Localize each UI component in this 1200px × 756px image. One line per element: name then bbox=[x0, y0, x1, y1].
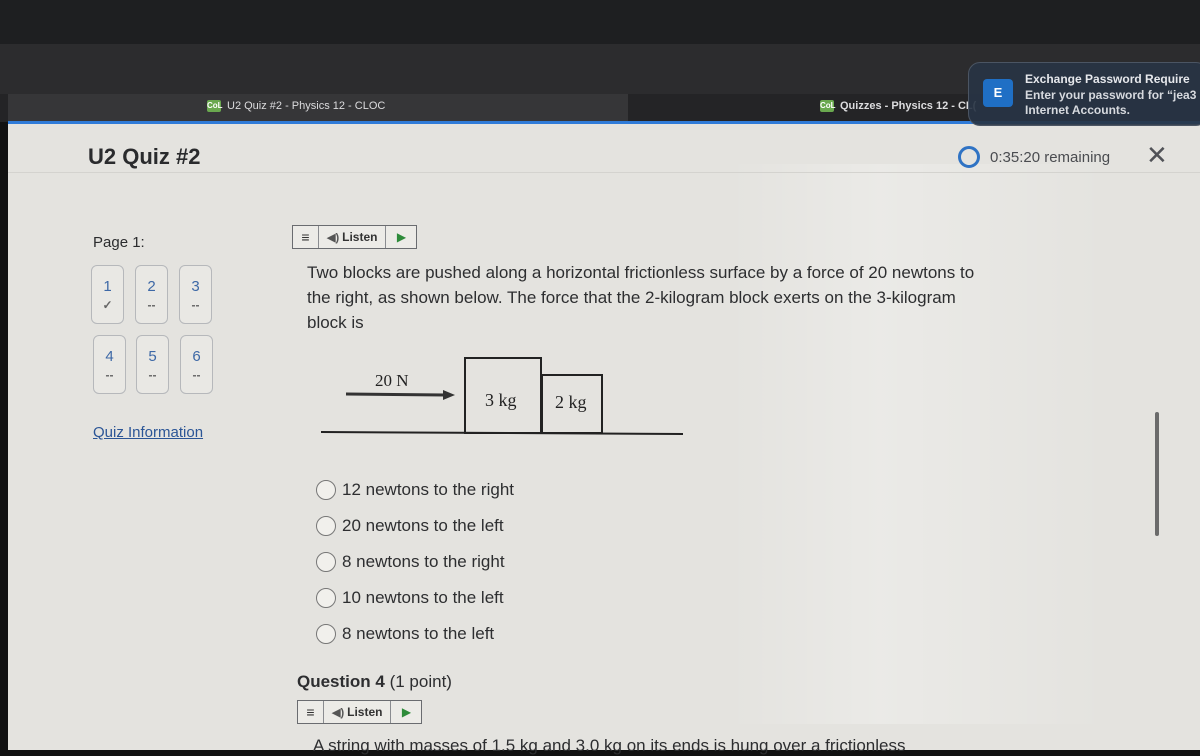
answer-options: 12 newtons to the right 20 newtons to th… bbox=[316, 472, 514, 652]
question-4-points: (1 point) bbox=[389, 672, 452, 691]
question-status: -- bbox=[192, 368, 201, 382]
question-4-text: A string with masses of 1.5 kg and 3.0 k… bbox=[313, 736, 906, 755]
block-2kg-label: 2 kg bbox=[555, 392, 587, 412]
checkmark-icon: ✓ bbox=[102, 298, 113, 312]
listen-toolbar-q4: ≡ ◀) Listen ▶ bbox=[297, 700, 423, 724]
radio-button[interactable] bbox=[316, 552, 336, 572]
question-number: 3 bbox=[191, 278, 200, 295]
option-label: 12 newtons to the right bbox=[342, 480, 515, 499]
exchange-icon: E bbox=[983, 79, 1013, 107]
question-status: -- bbox=[191, 298, 200, 312]
col-logo-icon: CoL bbox=[820, 100, 836, 112]
answer-option[interactable]: 8 newtons to the right bbox=[316, 544, 514, 580]
menu-icon[interactable]: ≡ bbox=[293, 226, 319, 248]
question-status: -- bbox=[147, 298, 156, 312]
question-status: -- bbox=[105, 368, 114, 382]
tab-label: U2 Quiz #2 - Physics 12 - CLOC bbox=[227, 100, 386, 112]
block-3kg-label: 3 kg bbox=[485, 390, 517, 410]
page-title: U2 Quiz #2 bbox=[88, 144, 201, 169]
screen-bezel bbox=[0, 0, 1200, 44]
timer-ring-icon bbox=[958, 146, 980, 168]
force-arrow-head bbox=[443, 390, 455, 400]
quiz-page: U2 Quiz #2 0:35:20 remaining ✕ Page 1: 1… bbox=[8, 124, 1200, 755]
quiz-timer: 0:35:20 remaining bbox=[958, 146, 1110, 168]
radio-button[interactable] bbox=[316, 588, 336, 608]
scrollbar[interactable] bbox=[1155, 412, 1159, 536]
blocks-diagram: 20 N 3 kg 2 kg bbox=[320, 357, 684, 435]
question-nav-1[interactable]: 1 ✓ bbox=[91, 265, 124, 324]
force-arrow-shaft bbox=[345, 392, 446, 397]
question-number: 6 bbox=[192, 348, 201, 365]
option-label: 8 newtons to the left bbox=[342, 624, 495, 643]
question-nav-6[interactable]: 6 -- bbox=[180, 335, 213, 394]
answer-option[interactable]: 10 newtons to the left bbox=[316, 580, 514, 616]
page-label: Page 1: bbox=[93, 234, 145, 251]
menu-icon[interactable]: ≡ bbox=[298, 701, 324, 723]
answer-option[interactable]: 20 newtons to the left bbox=[316, 508, 514, 544]
play-icon[interactable]: ▶ bbox=[391, 705, 421, 719]
screen-glare bbox=[728, 164, 1108, 724]
close-quiz-button[interactable]: ✕ bbox=[1146, 140, 1168, 171]
answer-option[interactable]: 12 newtons to the right bbox=[316, 472, 514, 508]
radio-button[interactable] bbox=[316, 516, 336, 536]
question-number: 2 bbox=[147, 278, 156, 295]
question-nav-4[interactable]: 4 -- bbox=[93, 335, 126, 394]
listen-button[interactable]: ◀) Listen bbox=[319, 226, 387, 248]
notification-source: Internet Accounts. bbox=[1025, 103, 1130, 117]
listen-button[interactable]: ◀) Listen bbox=[324, 701, 392, 723]
force-label: 20 N bbox=[375, 371, 409, 390]
question-number: 1 bbox=[103, 278, 112, 295]
option-label: 20 newtons to the left bbox=[342, 516, 504, 535]
speaker-icon: ◀) bbox=[327, 231, 340, 244]
quiz-information-link[interactable]: Quiz Information bbox=[93, 424, 203, 441]
tab-u2-quiz[interactable]: CoL U2 Quiz #2 - Physics 12 - CLOC bbox=[207, 100, 385, 112]
question-4-heading: Question 4 (1 point) bbox=[297, 672, 452, 692]
listen-toolbar: ≡ ◀) Listen ▶ bbox=[292, 225, 418, 249]
question-nav-3[interactable]: 3 -- bbox=[179, 265, 212, 324]
speaker-icon: ◀) bbox=[332, 706, 345, 719]
question-nav-2[interactable]: 2 -- bbox=[135, 265, 168, 324]
question-text: Two blocks are pushed along a horizontal… bbox=[307, 263, 975, 332]
question-number: 5 bbox=[148, 348, 157, 365]
radio-button[interactable] bbox=[316, 624, 336, 644]
tab-label: Quizzes - Physics 12 - CL( bbox=[840, 100, 977, 112]
option-label: 10 newtons to the left bbox=[342, 588, 504, 607]
play-icon[interactable]: ▶ bbox=[386, 230, 416, 244]
question-4-title: Question 4 bbox=[297, 672, 385, 691]
answer-option[interactable]: 8 newtons to the left bbox=[316, 616, 514, 652]
question-number: 4 bbox=[105, 348, 114, 365]
question-status: -- bbox=[148, 368, 157, 382]
col-logo-icon: CoL bbox=[207, 100, 223, 112]
question-nav-5[interactable]: 5 -- bbox=[136, 335, 169, 394]
listen-label: Listen bbox=[347, 705, 383, 719]
radio-button[interactable] bbox=[316, 480, 336, 500]
tab-quizzes[interactable]: CoL Quizzes - Physics 12 - CL( bbox=[820, 100, 976, 112]
header-divider bbox=[8, 172, 1200, 173]
notification-title: Exchange Password Require bbox=[1025, 72, 1190, 86]
listen-label: Listen bbox=[342, 230, 378, 244]
notification-body: Enter your password for “jea3 bbox=[1025, 88, 1197, 102]
exchange-notification[interactable]: E Exchange Password Require Enter your p… bbox=[968, 62, 1200, 126]
timer-text: 0:35:20 remaining bbox=[990, 148, 1111, 166]
option-label: 8 newtons to the right bbox=[342, 552, 505, 571]
